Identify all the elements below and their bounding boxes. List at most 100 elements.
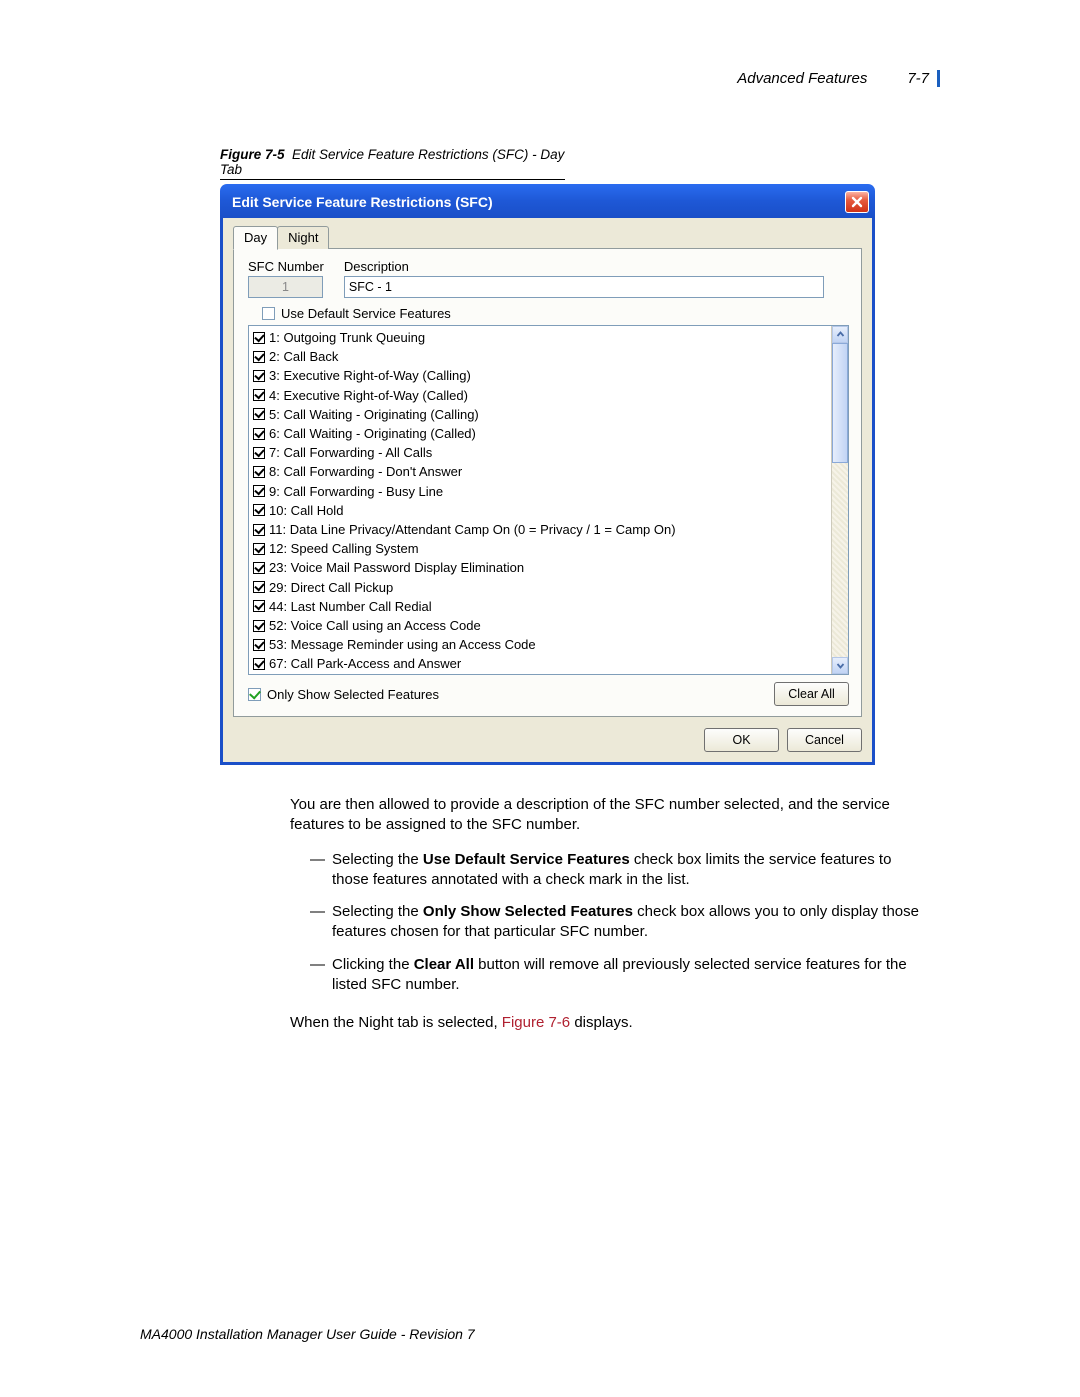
- feature-label: 23: Voice Mail Password Display Eliminat…: [269, 558, 524, 577]
- tab-day[interactable]: Day: [233, 226, 278, 250]
- description-field: Description: [344, 259, 824, 298]
- close-icon: [851, 196, 863, 208]
- feature-checkbox[interactable]: [253, 581, 265, 593]
- feature-checkbox[interactable]: [253, 466, 265, 478]
- description-label: Description: [344, 259, 824, 274]
- titlebar[interactable]: Edit Service Feature Restrictions (SFC): [220, 184, 875, 218]
- dialog-body: Day Night SFC Number Description Us: [220, 218, 875, 765]
- sfc-number-label: SFC Number: [248, 259, 324, 274]
- feature-checkbox[interactable]: [253, 658, 265, 670]
- tab-night[interactable]: Night: [277, 226, 329, 249]
- header-page-number: 7-7: [907, 70, 929, 87]
- feature-checkbox[interactable]: [253, 370, 265, 382]
- feature-items: 1: Outgoing Trunk Queuing2: Call Back3: …: [249, 326, 831, 674]
- dialog-footer: OK Cancel: [233, 728, 862, 752]
- header-section: Advanced Features: [737, 70, 867, 87]
- feature-label: 2: Call Back: [269, 347, 338, 366]
- use-default-label: Use Default Service Features: [281, 306, 451, 321]
- feature-label: 52: Voice Call using an Access Code: [269, 616, 481, 635]
- dialog-edit-sfc: Edit Service Feature Restrictions (SFC) …: [220, 184, 875, 765]
- only-show-checkbox[interactable]: [248, 688, 261, 701]
- feature-checkbox[interactable]: [253, 389, 265, 401]
- feature-item[interactable]: 11: Data Line Privacy/Attendant Camp On …: [253, 520, 827, 539]
- scroll-thumb[interactable]: [832, 343, 848, 463]
- feature-checkbox[interactable]: [253, 524, 265, 536]
- feature-checkbox[interactable]: [253, 562, 265, 574]
- figure-caption-prefix: Figure 7-5: [220, 147, 285, 162]
- feature-label: 12: Speed Calling System: [269, 539, 419, 558]
- sfc-number-input[interactable]: [248, 276, 323, 298]
- feature-checkbox[interactable]: [253, 408, 265, 420]
- dialog-title: Edit Service Feature Restrictions (SFC): [232, 194, 493, 210]
- use-default-row[interactable]: Use Default Service Features: [262, 306, 849, 321]
- page-header: Advanced Features 7-7: [140, 70, 940, 87]
- bullet-use-default: Selecting the Use Default Service Featur…: [332, 850, 930, 891]
- scroll-down-button[interactable]: [832, 657, 848, 674]
- clear-all-button[interactable]: Clear All: [774, 682, 849, 706]
- feature-label: 7: Call Forwarding - All Calls: [269, 443, 432, 462]
- feature-checkbox[interactable]: [253, 504, 265, 516]
- feature-checkbox[interactable]: [253, 600, 265, 612]
- feature-label: 8: Call Forwarding - Don't Answer: [269, 462, 462, 481]
- feature-checkbox[interactable]: [253, 620, 265, 632]
- feature-item[interactable]: 12: Speed Calling System: [253, 539, 827, 558]
- feature-item[interactable]: 52: Voice Call using an Access Code: [253, 616, 827, 635]
- intro-paragraph: You are then allowed to provide a descri…: [290, 795, 930, 836]
- feature-item[interactable]: 53: Message Reminder using an Access Cod…: [253, 635, 827, 654]
- feature-listbox[interactable]: 1: Outgoing Trunk Queuing2: Call Back3: …: [248, 325, 849, 675]
- feature-item[interactable]: 23: Voice Mail Password Display Eliminat…: [253, 558, 827, 577]
- chevron-down-icon: [836, 661, 845, 670]
- feature-label: 3: Executive Right-of-Way (Calling): [269, 366, 471, 385]
- scrollbar[interactable]: [831, 326, 848, 674]
- feature-checkbox[interactable]: [253, 639, 265, 651]
- only-show-label: Only Show Selected Features: [267, 687, 439, 702]
- only-show-row[interactable]: Only Show Selected Features: [248, 687, 439, 702]
- body-text: You are then allowed to provide a descri…: [290, 795, 930, 1033]
- feature-checkbox[interactable]: [253, 485, 265, 497]
- ok-button[interactable]: OK: [704, 728, 779, 752]
- feature-label: 67: Call Park-Access and Answer: [269, 654, 461, 673]
- figure-ref-link[interactable]: Figure 7-6: [502, 1014, 570, 1031]
- bullet-only-show: Selecting the Only Show Selected Feature…: [332, 902, 930, 943]
- description-input[interactable]: [344, 276, 824, 298]
- use-default-checkbox[interactable]: [262, 307, 275, 320]
- cancel-button[interactable]: Cancel: [787, 728, 862, 752]
- scroll-up-button[interactable]: [832, 326, 848, 343]
- feature-label: 44: Last Number Call Redial: [269, 597, 432, 616]
- feature-item[interactable]: 4: Executive Right-of-Way (Called): [253, 386, 827, 405]
- tab-strip: Day Night: [233, 226, 862, 249]
- feature-item[interactable]: 3: Executive Right-of-Way (Calling): [253, 366, 827, 385]
- feature-label: 9: Call Forwarding - Busy Line: [269, 482, 443, 501]
- feature-checkbox[interactable]: [253, 351, 265, 363]
- feature-label: 4: Executive Right-of-Way (Called): [269, 386, 468, 405]
- feature-label: 10: Call Hold: [269, 501, 343, 520]
- feature-item[interactable]: 29: Direct Call Pickup: [253, 578, 827, 597]
- close-button[interactable]: [845, 191, 869, 213]
- figure-caption: Figure 7-5 Edit Service Feature Restrict…: [220, 147, 565, 180]
- night-tab-paragraph: When the Night tab is selected, Figure 7…: [290, 1013, 930, 1033]
- feature-item[interactable]: 6: Call Waiting - Originating (Called): [253, 424, 827, 443]
- feature-label: 1: Outgoing Trunk Queuing: [269, 328, 425, 347]
- feature-checkbox[interactable]: [253, 428, 265, 440]
- feature-checkbox[interactable]: [253, 543, 265, 555]
- page-footer: MA4000 Installation Manager User Guide -…: [140, 1326, 475, 1342]
- feature-checkbox[interactable]: [253, 332, 265, 344]
- feature-item[interactable]: 8: Call Forwarding - Don't Answer: [253, 462, 827, 481]
- feature-item[interactable]: 1: Outgoing Trunk Queuing: [253, 328, 827, 347]
- sfc-number-field: SFC Number: [248, 259, 324, 298]
- feature-item[interactable]: 2: Call Back: [253, 347, 827, 366]
- scroll-track[interactable]: [832, 343, 848, 657]
- feature-item[interactable]: 44: Last Number Call Redial: [253, 597, 827, 616]
- feature-item[interactable]: 5: Call Waiting - Originating (Calling): [253, 405, 827, 424]
- feature-item[interactable]: 7: Call Forwarding - All Calls: [253, 443, 827, 462]
- feature-label: 5: Call Waiting - Originating (Calling): [269, 405, 479, 424]
- feature-item[interactable]: 67: Call Park-Access and Answer: [253, 654, 827, 673]
- bullet-clear-all: Clicking the Clear All button will remov…: [332, 955, 930, 996]
- feature-item[interactable]: 10: Call Hold: [253, 501, 827, 520]
- feature-item[interactable]: 9: Call Forwarding - Busy Line: [253, 482, 827, 501]
- feature-label: 29: Direct Call Pickup: [269, 578, 393, 597]
- tab-panel-day: SFC Number Description Use Default Servi…: [233, 248, 862, 717]
- feature-label: 53: Message Reminder using an Access Cod…: [269, 635, 536, 654]
- feature-label: 11: Data Line Privacy/Attendant Camp On …: [269, 520, 676, 539]
- feature-checkbox[interactable]: [253, 447, 265, 459]
